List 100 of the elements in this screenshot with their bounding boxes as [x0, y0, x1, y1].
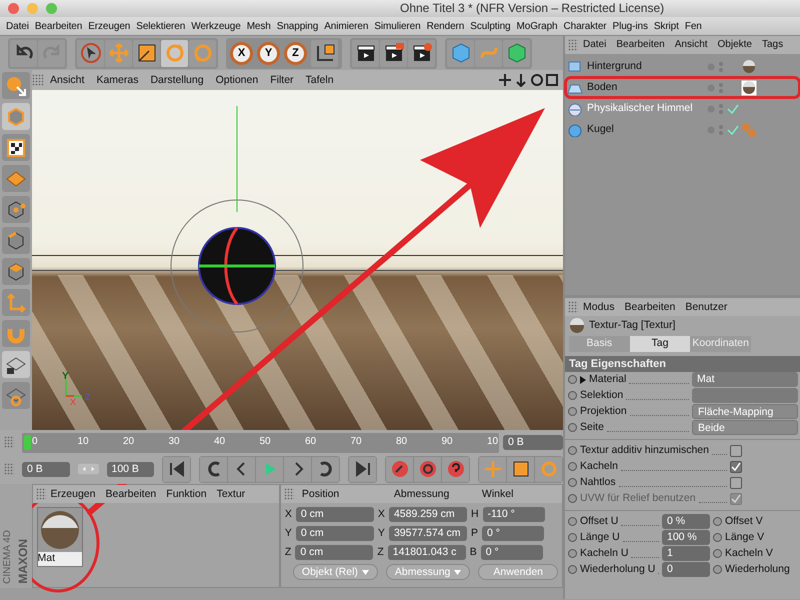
- close-button[interactable]: [8, 3, 19, 14]
- visibility-dots-icon[interactable]: [707, 60, 725, 72]
- axis-toggle-button[interactable]: X: [230, 42, 253, 64]
- render-picture-icon[interactable]: [380, 40, 407, 66]
- tab[interactable]: Tag: [630, 336, 690, 352]
- range-slider-icon[interactable]: [78, 462, 98, 476]
- coordinate-field[interactable]: -110 °: [482, 507, 545, 522]
- menu-item[interactable]: Textur: [212, 485, 250, 503]
- menu-item[interactable]: Rendern: [424, 21, 468, 32]
- previous-key-icon[interactable]: [200, 456, 227, 482]
- keyframe-radio[interactable]: [568, 517, 577, 526]
- checker-texture-icon[interactable]: [2, 134, 30, 161]
- number-field[interactable]: 0 %: [662, 514, 710, 530]
- coordinate-field[interactable]: 141801.043 c: [388, 545, 466, 560]
- menu-item[interactable]: Simulieren: [371, 21, 424, 32]
- axis-toggle-button[interactable]: Z: [284, 42, 307, 64]
- visibility-dots-icon[interactable]: [707, 124, 725, 136]
- menu-item[interactable]: Bearbeiten: [620, 298, 680, 316]
- auto-key-icon[interactable]: [414, 456, 441, 482]
- menu-item[interactable]: Objekte: [712, 36, 757, 54]
- undo-icon[interactable]: [10, 40, 37, 66]
- go-to-start-icon[interactable]: [163, 456, 190, 482]
- texture-tag-icon[interactable]: [741, 80, 757, 96]
- subdivision-cube-icon[interactable]: [503, 40, 530, 66]
- keyframe-radio[interactable]: [713, 549, 722, 558]
- coordinate-field[interactable]: 0 cm: [295, 545, 374, 560]
- lock-grid-icon[interactable]: [2, 351, 30, 378]
- menu-item[interactable]: Tags: [757, 36, 788, 54]
- coordinate-field[interactable]: 0 cm: [296, 526, 374, 541]
- coordinate-field[interactable]: 0 cm: [296, 507, 374, 522]
- menu-item[interactable]: Datei: [578, 36, 612, 54]
- next-key-icon[interactable]: [312, 456, 339, 482]
- number-field[interactable]: 1: [662, 546, 710, 562]
- point-mode-icon[interactable]: [2, 196, 30, 223]
- menu-item[interactable]: MoGraph: [514, 21, 561, 32]
- start-frame-field[interactable]: 0 B: [22, 462, 70, 476]
- object-name[interactable]: Boden: [583, 80, 707, 94]
- record-key-icon[interactable]: [386, 456, 413, 482]
- view-icon[interactable]: [2, 72, 30, 99]
- keyframe-radio[interactable]: [568, 407, 577, 416]
- grip-handle[interactable]: [568, 301, 578, 313]
- step-back-icon[interactable]: [228, 456, 255, 482]
- object-name[interactable]: Hintergrund: [583, 60, 707, 74]
- menu-item[interactable]: Bearbeiten: [32, 21, 86, 32]
- grip-handle[interactable]: [32, 74, 44, 86]
- link-field[interactable]: Mat: [692, 372, 798, 388]
- check-icon[interactable]: [727, 124, 739, 136]
- visibility-dots-icon[interactable]: [707, 102, 725, 114]
- menu-item[interactable]: Bearbeiten: [611, 36, 670, 54]
- checkbox[interactable]: [730, 444, 742, 457]
- menu-item[interactable]: Ansicht: [670, 36, 713, 54]
- keyframe-radio[interactable]: [568, 478, 577, 488]
- axis-toggle-button[interactable]: Y: [257, 42, 280, 64]
- zoom-button[interactable]: [46, 3, 57, 14]
- menu-item[interactable]: Selektieren: [133, 21, 188, 32]
- checkbox[interactable]: [730, 476, 742, 489]
- keyframe-radio[interactable]: [568, 375, 577, 384]
- checkbox[interactable]: [730, 460, 742, 473]
- menu-item[interactable]: Ansicht: [44, 70, 90, 90]
- visibility-dots-icon[interactable]: [707, 82, 725, 94]
- menu-item[interactable]: Datei: [3, 21, 32, 32]
- menu-item[interactable]: Fen: [682, 21, 705, 32]
- playhead-marker[interactable]: [24, 435, 31, 450]
- menu-item[interactable]: Darstellung: [144, 70, 210, 90]
- menu-item[interactable]: Optionen: [210, 70, 264, 90]
- keyframe-radio[interactable]: [568, 462, 577, 472]
- keyframe-radio[interactable]: [713, 533, 722, 542]
- keyframe-radio[interactable]: [568, 549, 577, 558]
- menu-item[interactable]: Mesh: [244, 21, 274, 32]
- scale-icon[interactable]: [507, 456, 534, 482]
- keyframe-radio[interactable]: [713, 565, 722, 574]
- number-field[interactable]: 100 %: [662, 530, 710, 546]
- menu-item[interactable]: Modus: [578, 298, 620, 316]
- coordinate-field[interactable]: 0 °: [480, 545, 543, 560]
- link-field[interactable]: [692, 388, 798, 404]
- grip-handle[interactable]: [36, 488, 46, 500]
- menu-item[interactable]: Kameras: [90, 70, 144, 90]
- view-navigation-icon[interactable]: [499, 73, 559, 87]
- grip-handle[interactable]: [4, 463, 14, 475]
- polygon-mode-icon[interactable]: [2, 258, 30, 285]
- coordinate-system-icon[interactable]: [311, 40, 338, 66]
- grip-handle[interactable]: [568, 39, 578, 51]
- menu-item[interactable]: Funktion: [161, 485, 212, 503]
- cube-icon[interactable]: [447, 40, 474, 66]
- texture-tag-icon[interactable]: [741, 58, 757, 74]
- menu-item[interactable]: Snapping: [274, 21, 322, 32]
- material-swatch[interactable]: Mat: [36, 507, 83, 567]
- menu-item[interactable]: Charakter: [560, 21, 610, 32]
- menu-item[interactable]: Filter: [264, 70, 300, 90]
- scale-icon[interactable]: [133, 40, 160, 66]
- coordinate-field[interactable]: 39577.574 cm: [388, 526, 467, 541]
- object-name[interactable]: Kugel: [583, 122, 707, 136]
- keyframe-radio[interactable]: [568, 446, 577, 456]
- keyframe-radio[interactable]: [568, 565, 577, 574]
- menu-item[interactable]: Skript: [650, 21, 682, 32]
- keyframe-radio[interactable]: [568, 391, 577, 400]
- keyframe-radio[interactable]: [568, 533, 577, 542]
- menu-item[interactable]: Erzeugen: [46, 485, 100, 503]
- go-to-end-icon[interactable]: [349, 456, 376, 482]
- menu-item[interactable]: Tafeln: [300, 70, 340, 90]
